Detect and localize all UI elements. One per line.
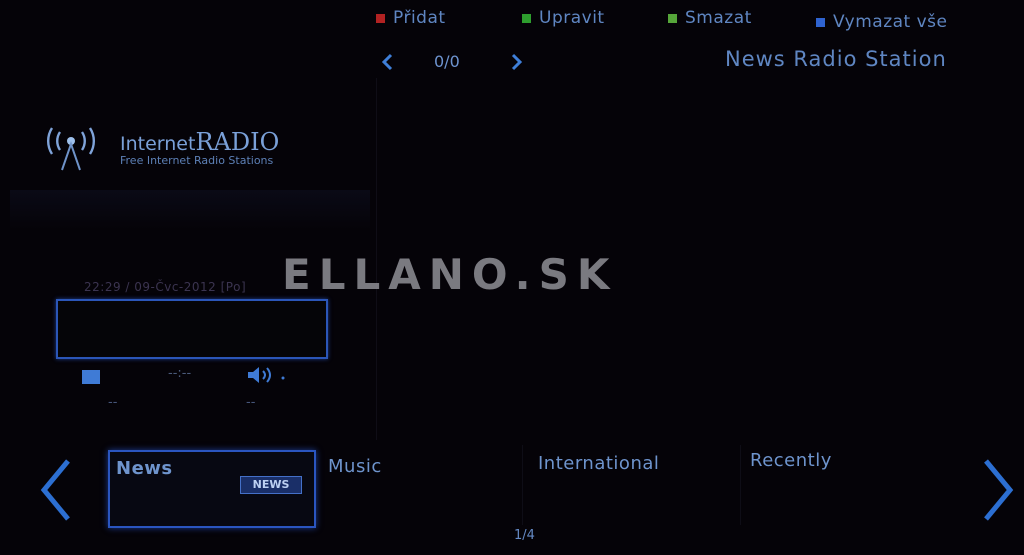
divider — [740, 445, 741, 525]
blue-key-icon — [816, 17, 825, 27]
category-news[interactable]: News NEWS — [108, 450, 316, 528]
left-value: -- — [108, 395, 118, 410]
menu-clear-all-label: Vymazat vše — [833, 12, 948, 32]
pager-counter: 0/0 — [434, 52, 460, 71]
category-international[interactable]: International — [528, 450, 738, 524]
clock-date: 22:29 / 09-Čvc-2012 [Po] — [84, 280, 247, 294]
divider — [522, 445, 523, 525]
category-music[interactable]: Music — [318, 450, 518, 524]
logo-subtitle: Free Internet Radio Stations — [120, 154, 274, 167]
yellow-key-icon — [668, 13, 677, 23]
red-key-icon — [376, 13, 385, 23]
stop-icon[interactable] — [82, 370, 100, 384]
logo-title: InternetRADIO — [120, 128, 279, 156]
category-prev-icon[interactable] — [36, 455, 76, 525]
station-title: News Radio Station — [725, 47, 947, 71]
menu-clear-all[interactable]: Vymazat vše — [816, 12, 948, 32]
speaker-icon[interactable] — [246, 366, 286, 384]
news-badge: NEWS — [240, 476, 302, 494]
menu-delete[interactable]: Smazat — [668, 8, 752, 28]
play-time: --:-- — [168, 366, 192, 381]
category-recently-label: Recently — [750, 450, 832, 471]
right-value: -- — [246, 395, 256, 410]
page-indicator: 1/4 — [514, 528, 535, 543]
antenna-icon — [47, 127, 95, 171]
green-key-icon — [522, 13, 531, 23]
category-music-label: Music — [328, 456, 382, 477]
category-next-icon[interactable] — [978, 455, 1018, 525]
menu-add-label: Přidat — [393, 8, 446, 28]
category-international-label: International — [538, 453, 660, 474]
category-recently[interactable]: Recently — [744, 450, 964, 524]
menu-add[interactable]: Přidat — [376, 8, 446, 28]
menu-delete-label: Smazat — [685, 8, 752, 28]
internet-radio-logo: InternetRADIO Free Internet Radio Statio… — [30, 126, 340, 176]
watermark: ELLANO.SK — [282, 250, 618, 299]
menu-edit[interactable]: Upravit — [522, 8, 605, 28]
menu-edit-label: Upravit — [539, 8, 605, 28]
pager-next-icon[interactable] — [508, 50, 526, 74]
logo-reflection — [10, 190, 370, 230]
logo-title-b: RADIO — [195, 128, 280, 156]
now-playing-box — [56, 299, 328, 359]
logo-title-a: Internet — [120, 133, 196, 155]
pager-prev-icon[interactable] — [378, 50, 396, 74]
category-news-label: News — [116, 458, 173, 479]
